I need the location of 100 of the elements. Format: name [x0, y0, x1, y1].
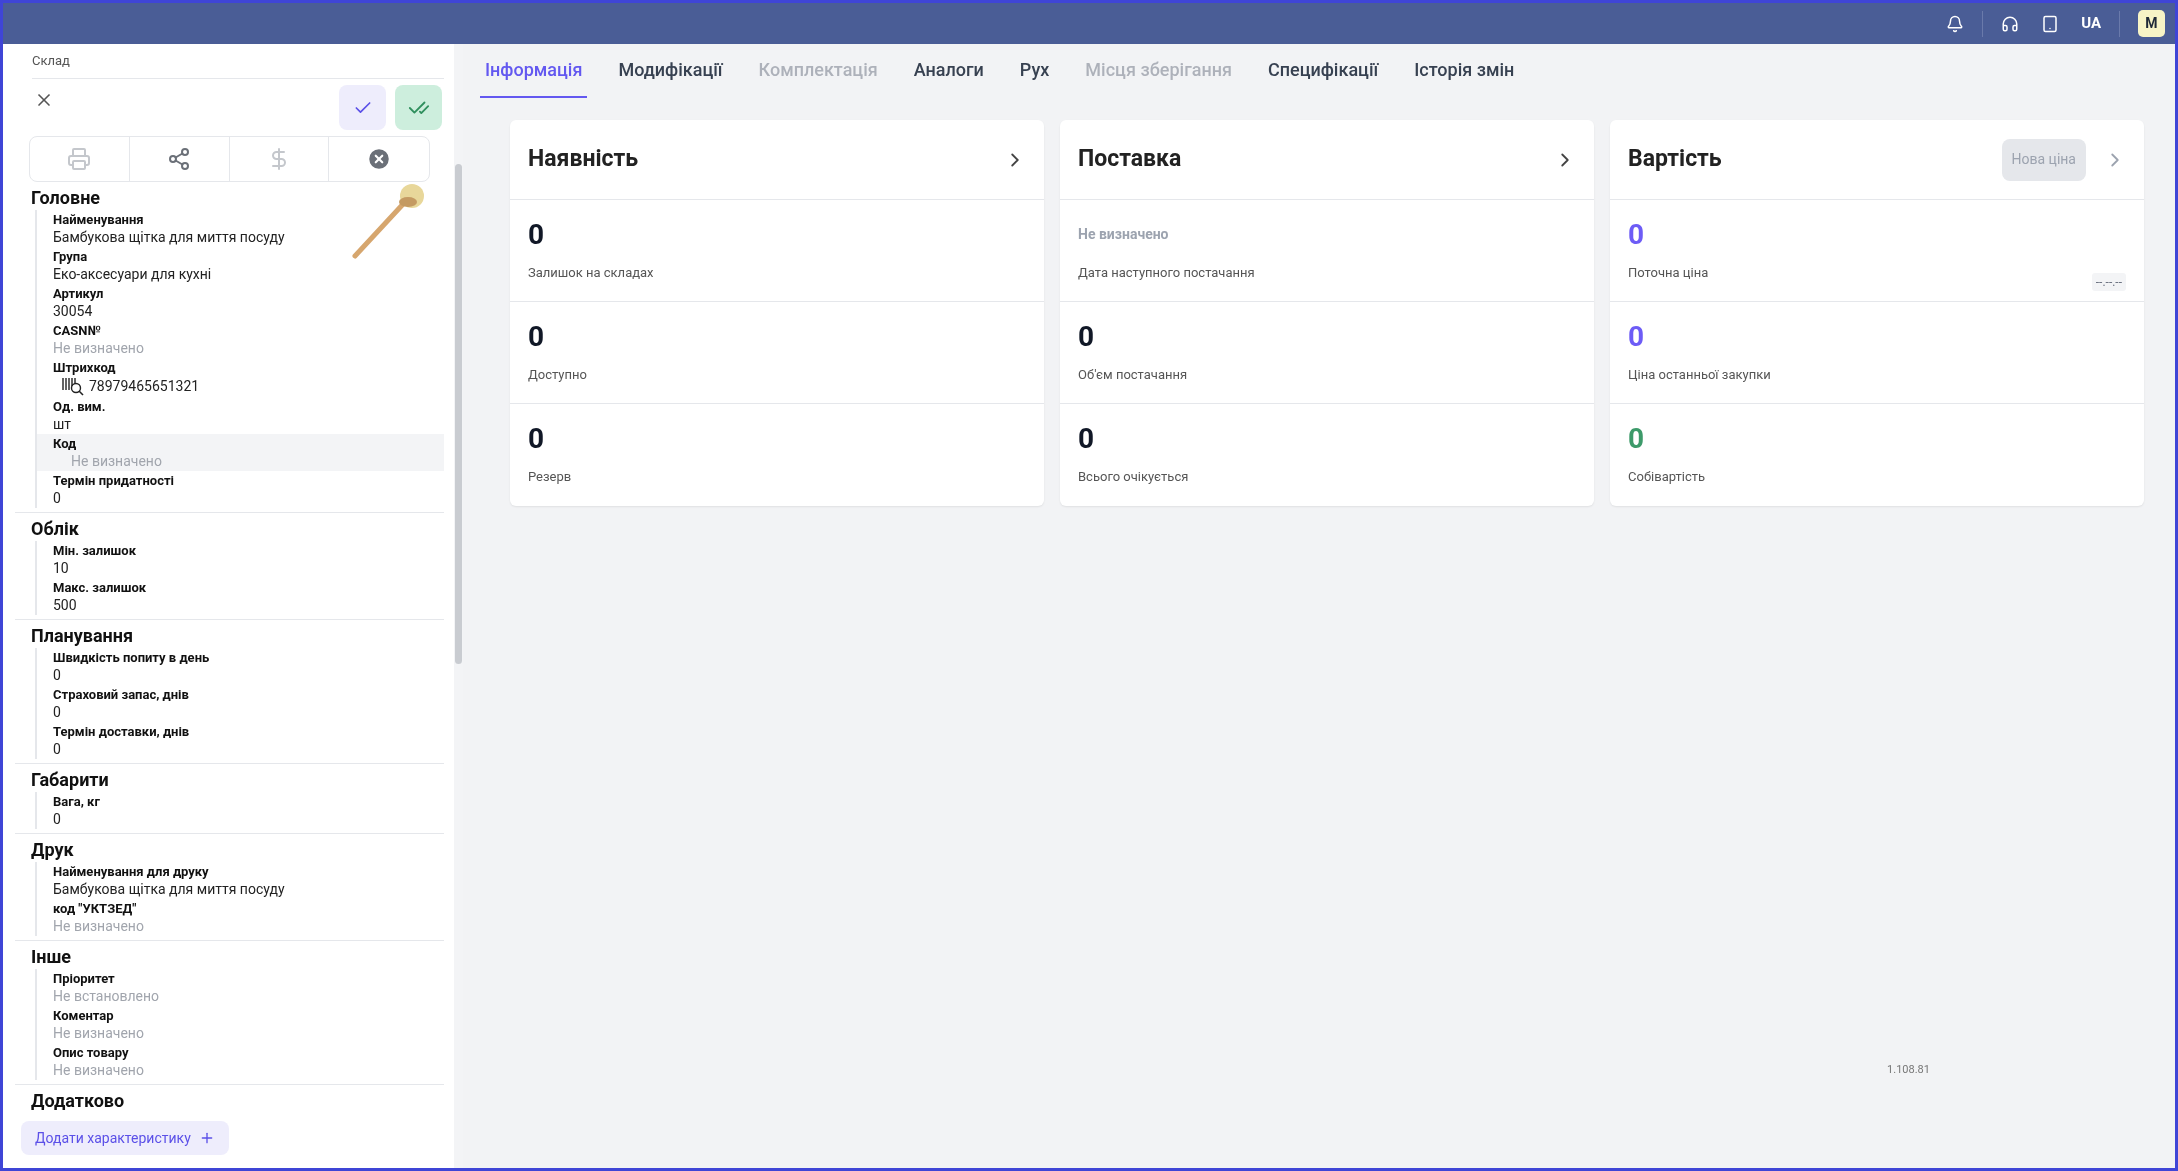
text-input[interactable]: Не визначено — [53, 1061, 273, 1079]
field-value: 0 — [53, 740, 62, 758]
tab[interactable]: Рух — [1014, 52, 1055, 98]
field-value: Еко-аксесуари для кухні — [53, 265, 213, 283]
field-row[interactable]: Термін придатності 0 — [35, 471, 444, 508]
breadcrumb[interactable]: Склад — [32, 53, 70, 68]
field-label: Штрихкод — [53, 359, 117, 376]
section-title: Габарити — [31, 768, 110, 792]
field-value: 30054 — [53, 302, 94, 320]
field-label: Коментар — [53, 1007, 115, 1024]
field-label: CASN№ — [53, 322, 102, 339]
card-title: Наявність — [528, 144, 639, 175]
card-title: Вартість — [1628, 144, 1722, 175]
printer-icon — [67, 147, 92, 171]
field-row[interactable]: Мін. залишок 10 — [35, 541, 444, 578]
share-icon — [167, 147, 192, 171]
field-label: код "УКТЗЕД" — [53, 900, 138, 917]
date-badge: --.--.-- — [2091, 273, 2126, 291]
field-label: Опис товару — [53, 1044, 130, 1061]
metric-value: 0 — [1628, 320, 1646, 353]
field-label: Група — [53, 248, 89, 265]
field-row[interactable]: Пріоритет Не встановлено — [35, 969, 444, 1006]
metric-label: Всього очікується — [1078, 468, 1190, 487]
field-label: Од. вим. — [53, 398, 107, 415]
field-label: Вага, кг — [53, 793, 101, 810]
tab[interactable]: Модифікації — [613, 52, 728, 98]
tab[interactable]: Аналоги — [908, 52, 989, 98]
field-label: Артикул — [53, 285, 105, 302]
tab[interactable]: Історія змін — [1409, 52, 1520, 98]
headset-icon[interactable] — [2001, 14, 2020, 33]
field-value: 0 — [53, 666, 62, 684]
notifications-icon[interactable] — [1946, 14, 1965, 33]
field-value: Бамбукова щітка для миття посуду — [53, 880, 286, 898]
metric-value: 0 — [528, 218, 546, 251]
field-value: шт — [53, 415, 73, 433]
text-input[interactable]: Не встановлено — [53, 987, 273, 1005]
metric-value: 0 — [528, 423, 546, 456]
field-row[interactable]: Найменування для друку Бамбукова щітка для миття посуду — [35, 862, 444, 899]
metric-label: Доступно — [528, 365, 588, 384]
field-label: Код — [53, 435, 78, 452]
field-label: Пріоритет — [53, 970, 116, 987]
section-title: Інше — [31, 945, 73, 969]
metric-label: Поточна ціна — [1628, 263, 1710, 282]
field-value: 10 — [53, 559, 70, 577]
metric-value: 0 — [1628, 218, 1646, 251]
save-close-button[interactable] — [395, 85, 442, 130]
field-value: 0 — [53, 810, 62, 828]
field-value: 78979465651321 — [89, 377, 200, 395]
add-characteristic-button[interactable]: Додати характеристику — [21, 1121, 229, 1155]
section-title: Планування — [31, 624, 135, 648]
metric-label: Ціна останньої закупки — [1628, 365, 1772, 384]
field-value: 0 — [53, 703, 62, 721]
metric-value: 0 — [1078, 423, 1096, 456]
metric-label: Собівартість — [1628, 468, 1707, 487]
version-label: 1.108.81 — [1887, 1061, 1930, 1078]
metric-value: 0 — [1078, 320, 1096, 353]
metric-label: Резерв — [528, 468, 573, 487]
metric-value: 0 — [1628, 423, 1646, 456]
field-row[interactable]: Опис товару Не визначено — [35, 1043, 444, 1080]
field-value: 0 — [53, 489, 62, 507]
metric-label: Дата наступного постачання — [1078, 263, 1256, 282]
metric-label: Залишок на складах — [528, 263, 655, 282]
metric-value: 0 — [528, 320, 546, 353]
section-title: Друк — [31, 838, 75, 862]
tab[interactable]: Специфікації — [1262, 52, 1384, 98]
text-input[interactable]: Не визначено — [53, 917, 273, 935]
section-title: Додатково — [31, 1089, 126, 1113]
field-row[interactable]: Вага, кг 0 — [35, 792, 444, 829]
field-row[interactable]: Страховий запас, днів 0 — [35, 685, 444, 722]
metric-value: Не визначено — [1078, 225, 1170, 245]
field-label: Страховий запас, днів — [53, 686, 190, 703]
field-row[interactable]: Штрихкод 78979465651321 — [35, 358, 444, 397]
text-input[interactable]: Не визначено — [53, 1024, 273, 1042]
field-label: Термін доставки, днів — [53, 723, 191, 740]
field-label: Макс. залишок — [53, 579, 148, 596]
section-title: Облік — [31, 517, 80, 541]
field-label: Швидкість попиту в день — [53, 649, 211, 666]
field-row[interactable]: Термін доставки, днів 0 — [35, 722, 444, 759]
tab[interactable]: Інформація — [480, 52, 588, 98]
field-row[interactable]: Швидкість попиту в день 0 — [35, 648, 444, 685]
field-row[interactable]: Найменування Бамбукова щітка для миття посуду — [35, 210, 444, 247]
field-row[interactable]: Коментар Не визначено — [35, 1006, 444, 1043]
field-label: Термін придатності — [53, 472, 175, 489]
field-label: Найменування для друку — [53, 863, 210, 880]
section-title: Головне — [31, 186, 102, 210]
language-button[interactable]: UA — [2081, 12, 2101, 35]
field-row[interactable]: Код Не визначено — [35, 434, 444, 471]
text-input[interactable]: Не визначено — [53, 339, 273, 357]
field-value: Бамбукова щітка для миття посуду — [53, 228, 286, 246]
field-row[interactable]: Макс. залишок 500 — [35, 578, 444, 615]
metric-label: Об'єм постачання — [1078, 365, 1189, 384]
text-input[interactable]: Не визначено — [71, 452, 291, 470]
user-avatar[interactable]: M — [2138, 10, 2165, 37]
field-value: 500 — [53, 596, 78, 614]
field-label: Найменування — [53, 211, 145, 228]
field-row[interactable]: Група Еко-аксесуари для кухні — [35, 247, 444, 284]
field-row[interactable]: CASN№ Не визначено — [35, 321, 444, 358]
field-label: Мін. залишок — [53, 542, 137, 559]
field-row[interactable]: Артикул 30054 — [35, 284, 444, 321]
field-row[interactable]: код "УКТЗЕД" Не визначено — [35, 899, 444, 936]
